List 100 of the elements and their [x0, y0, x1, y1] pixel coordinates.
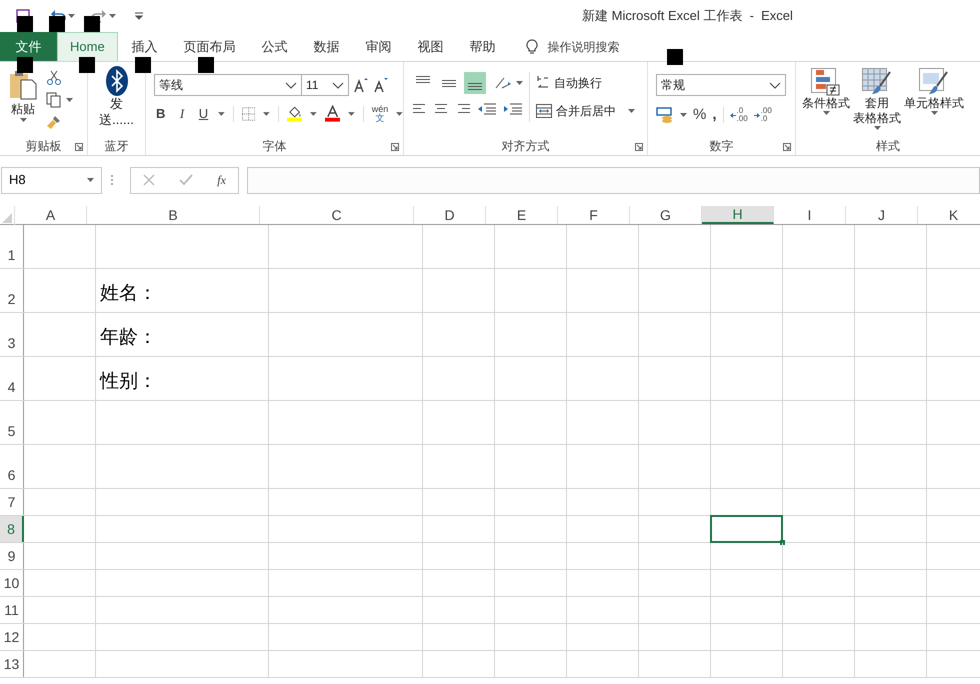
underline-button[interactable]: U	[196, 104, 210, 124]
currency-icon[interactable]	[656, 107, 674, 124]
column-header[interactable]: E	[486, 206, 558, 224]
customize-toolbar-icon[interactable]	[134, 12, 144, 20]
dialog-launcher-icon[interactable]	[391, 143, 399, 151]
caret-icon	[516, 81, 523, 85]
column-header[interactable]: A	[15, 206, 87, 224]
paintbrush-icon[interactable]	[46, 114, 62, 130]
ribbon-tab[interactable]: 插入	[120, 32, 170, 61]
wrap-text-button[interactable]: 自动换行	[536, 74, 635, 92]
group-title: 剪贴板	[26, 138, 62, 155]
caret-icon	[87, 178, 94, 182]
style-button[interactable]: 条件格式	[802, 68, 850, 130]
decrease-decimal-button[interactable]: .00 .0	[754, 107, 772, 124]
style-button[interactable]: 套用 表格格式	[853, 68, 901, 130]
column-header[interactable]: D	[414, 206, 486, 224]
ribbon-tab[interactable]: 数据	[302, 32, 352, 61]
style-button[interactable]: 单元格样式	[904, 68, 964, 130]
horizontal-align-icon[interactable]	[412, 102, 426, 116]
row-header[interactable]: 7	[0, 489, 24, 515]
horizontal-align-icon[interactable]	[434, 102, 448, 116]
keytip-tooltip	[198, 57, 214, 73]
formula-input[interactable]	[247, 166, 980, 194]
row-header[interactable]: 11	[0, 597, 24, 623]
row-header[interactable]: 8	[0, 516, 24, 542]
keytip-tooltip	[79, 57, 95, 73]
merge-cells-icon	[536, 104, 552, 118]
dialog-launcher-icon[interactable]	[75, 143, 83, 151]
italic-button[interactable]: I	[175, 104, 189, 124]
increase-decimal-button[interactable]: .0 .00	[730, 107, 748, 124]
column-header[interactable]: H	[702, 206, 774, 224]
keytip-tooltip	[49, 16, 65, 32]
ribbon-tab[interactable]: 视图	[406, 32, 456, 61]
name-box[interactable]: H8	[1, 166, 102, 194]
font-size-dropdown[interactable]: 11	[301, 74, 349, 96]
chevron-down-icon	[769, 82, 781, 88]
row-header[interactable]: 1	[0, 225, 24, 268]
chevron-down-icon	[332, 82, 344, 88]
row-header[interactable]: 6	[0, 445, 24, 488]
save-icon[interactable]	[16, 9, 30, 23]
file-tab[interactable]: 文件	[0, 32, 57, 61]
active-cell[interactable]	[710, 515, 783, 543]
column-header[interactable]: B	[87, 206, 260, 224]
ribbon-tab[interactable]: 审阅	[354, 32, 404, 61]
conditional-format-icon	[811, 68, 841, 96]
row-header[interactable]: 5	[0, 401, 24, 444]
keytip-tooltip	[667, 49, 683, 65]
tell-me-field[interactable]: 操作说明搜索	[548, 38, 620, 56]
undo-icon[interactable]	[50, 9, 66, 23]
copy-icon[interactable]	[46, 92, 62, 108]
column-header[interactable]: I	[774, 206, 846, 224]
ribbon-tab[interactable]: Home	[57, 32, 118, 61]
vertical-align-icon[interactable]	[464, 72, 486, 94]
dialog-launcher-icon[interactable]	[635, 143, 643, 151]
row-header[interactable]: 12	[0, 624, 24, 650]
fill-color-icon[interactable]	[286, 105, 302, 122]
increase-indent-icon[interactable]	[504, 102, 522, 116]
arrow-left-icon	[730, 112, 736, 118]
phonetic-guide-button[interactable]: wén 文	[372, 104, 388, 123]
font-family-dropdown[interactable]: 等线	[154, 74, 302, 96]
row-header[interactable]: 4	[0, 357, 24, 400]
number-format-dropdown[interactable]: 常规	[656, 74, 786, 96]
row-header[interactable]: 3	[0, 313, 24, 356]
keytip-tooltip	[135, 57, 151, 73]
horizontal-align-icon[interactable]	[456, 102, 470, 116]
increase-font-icon[interactable]	[353, 77, 369, 93]
caret-icon	[20, 118, 26, 122]
send-button[interactable]: 发送......	[96, 66, 136, 128]
ribbon-tab[interactable]: 页面布局	[172, 32, 248, 61]
arrow-right-icon	[754, 112, 760, 118]
borders-icon[interactable]	[242, 106, 256, 121]
merge-center-button[interactable]: 合并后居中	[536, 102, 635, 120]
row-header[interactable]: 9	[0, 543, 24, 569]
scissors-icon[interactable]	[46, 70, 62, 86]
column-header[interactable]: J	[846, 206, 918, 224]
dialog-launcher-icon[interactable]	[783, 143, 791, 151]
keytip-tooltip	[17, 16, 33, 32]
bluetooth-icon	[106, 66, 128, 96]
group-title: 样式	[876, 138, 900, 155]
row-header[interactable]: 10	[0, 570, 24, 596]
percent-style-button[interactable]: %	[693, 104, 706, 126]
comma-style-button[interactable]: ,	[712, 110, 717, 120]
insert-function-button[interactable]: fx	[217, 171, 226, 189]
bold-button[interactable]: B	[154, 104, 168, 124]
redo-icon[interactable]	[91, 9, 107, 23]
group-title: 对齐方式	[502, 138, 550, 155]
row-header[interactable]: 2	[0, 269, 24, 312]
font-color-icon[interactable]	[324, 105, 340, 122]
decrease-indent-icon[interactable]	[478, 102, 496, 116]
more-options-icon[interactable]	[110, 174, 114, 186]
ribbon-tab[interactable]: 帮助	[458, 32, 508, 61]
column-header[interactable]: K	[918, 206, 980, 224]
keytip-tooltip	[84, 16, 100, 32]
column-header[interactable]: F	[558, 206, 630, 224]
column-header[interactable]: C	[260, 206, 414, 224]
ribbon-tab[interactable]: 公式	[250, 32, 300, 61]
row-header[interactable]: 13	[0, 651, 24, 677]
caret-icon	[822, 111, 830, 115]
group-title: 数字	[710, 138, 734, 155]
decrease-font-icon[interactable]	[373, 77, 389, 93]
